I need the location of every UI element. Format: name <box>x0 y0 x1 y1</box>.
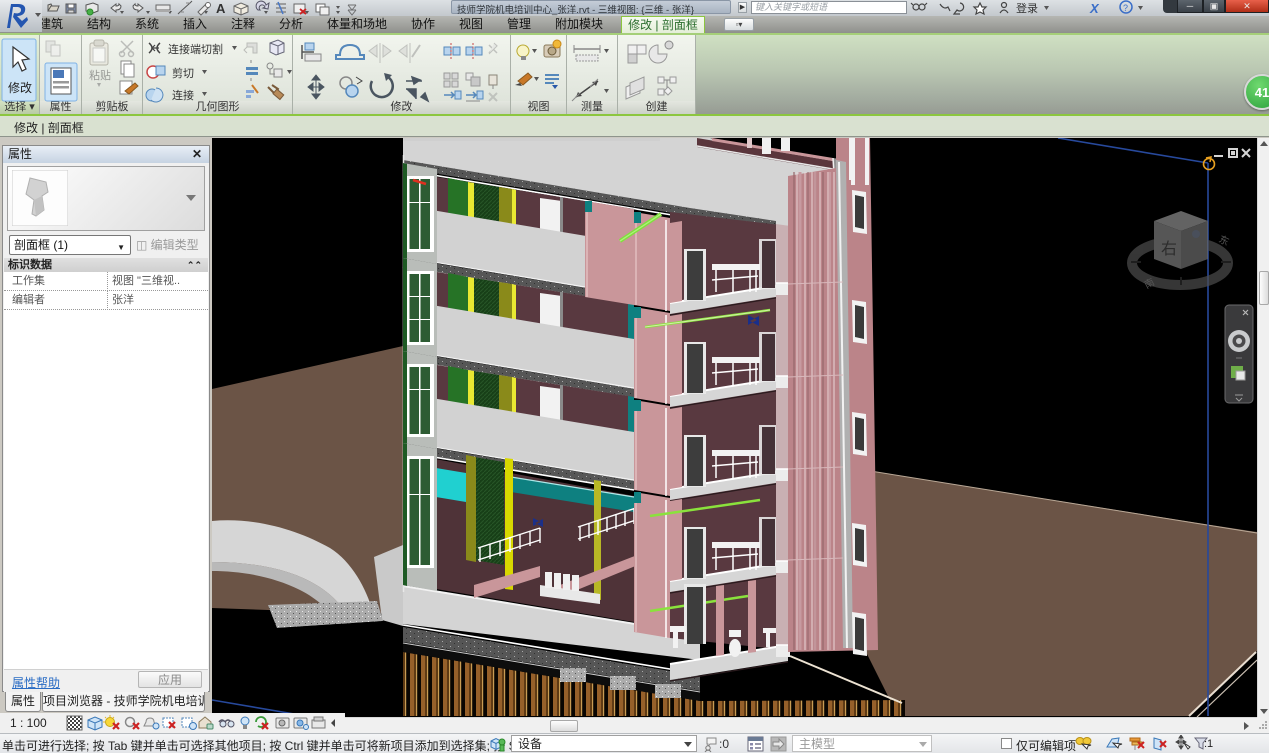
svg-text:剪切: 剪切 <box>172 66 194 80</box>
svg-text:修改: 修改 <box>8 80 32 95</box>
svg-text:连接: 连接 <box>172 89 194 102</box>
svg-text:粘贴: 粘贴 <box>89 68 111 82</box>
svg-text:?: ? <box>1123 3 1128 13</box>
svg-text:连接端切割: 连接端切割 <box>168 42 223 56</box>
svg-text:A: A <box>216 1 226 16</box>
svg-text:X: X <box>1089 1 1100 16</box>
svg-text:右: 右 <box>1161 240 1177 258</box>
svg-text:登录: 登录 <box>1016 1 1038 15</box>
